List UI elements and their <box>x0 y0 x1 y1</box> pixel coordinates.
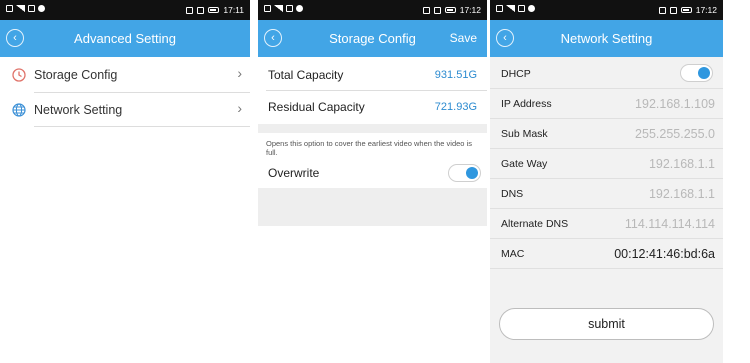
signal-icon <box>506 5 515 12</box>
mac-row: MAC 00:12:41:46:bd:6a <box>490 239 723 268</box>
sub-mask-row[interactable]: Sub Mask 255.255.255.0 <box>490 119 723 148</box>
row-label: IP Address <box>501 97 552 110</box>
row-value: 931.51G <box>434 69 477 81</box>
network-setting-screen: 17:12 ‹ Network Setting DHCP IP Address … <box>490 0 723 363</box>
bluetooth-icon <box>433 6 441 14</box>
row-label: Overwrite <box>268 166 320 180</box>
sim-icon <box>264 5 271 12</box>
signal-icon <box>274 5 283 12</box>
status-time: 17:12 <box>459 5 481 15</box>
chevron-left-icon: ‹ <box>13 31 17 44</box>
gate-way-value[interactable]: 192.168.1.1 <box>649 157 715 171</box>
advanced-setting-screen: 17:11 ‹ Advanced Setting Storage Config … <box>0 0 250 363</box>
ip-address-value[interactable]: 192.168.1.109 <box>635 97 715 111</box>
nav-bar: ‹ Advanced Setting <box>0 20 250 57</box>
divider <box>34 126 250 127</box>
row-label: Total Capacity <box>268 68 344 82</box>
page-title: Network Setting <box>560 31 653 46</box>
nfc-icon <box>422 6 430 14</box>
bluetooth-icon <box>669 6 677 14</box>
back-button[interactable]: ‹ <box>264 29 282 47</box>
ip-address-row[interactable]: IP Address 192.168.1.109 <box>490 89 723 118</box>
page-title: Advanced Setting <box>74 31 176 46</box>
back-button[interactable]: ‹ <box>6 29 24 47</box>
chevron-left-icon: ‹ <box>271 31 275 44</box>
row-label: Gate Way <box>501 157 548 170</box>
notification-icon <box>28 5 35 12</box>
menu-item-label: Network Setting <box>34 103 123 117</box>
app-notification-icon <box>38 5 45 12</box>
battery-icon <box>680 7 692 13</box>
nfc-icon <box>186 6 194 14</box>
save-button[interactable]: Save <box>450 31 477 45</box>
toggle-knob <box>466 167 478 179</box>
row-value: 721.93G <box>434 101 477 113</box>
row-label: Residual Capacity <box>268 100 365 114</box>
row-label: Sub Mask <box>501 127 548 140</box>
sim-icon <box>6 5 13 12</box>
notification-icon <box>286 5 293 12</box>
battery-icon <box>208 7 220 13</box>
status-time: 17:12 <box>695 5 717 15</box>
nfc-icon <box>658 6 666 14</box>
menu-item-label: Storage Config <box>34 68 118 82</box>
status-bar: 17:12 <box>258 0 487 20</box>
menu-item-network-setting[interactable]: Network Setting › <box>0 93 250 127</box>
sub-mask-value[interactable]: 255.255.255.0 <box>635 127 715 141</box>
divider <box>266 90 487 91</box>
globe-icon <box>12 103 26 117</box>
total-capacity-row: Total Capacity 931.51G <box>258 60 487 90</box>
row-label: MAC <box>501 247 525 260</box>
gate-way-row[interactable]: Gate Way 192.168.1.1 <box>490 149 723 178</box>
nav-bar: ‹ Network Setting <box>490 20 723 57</box>
empty-area <box>258 188 487 226</box>
app-notification-icon <box>296 5 303 12</box>
sim-icon <box>496 5 503 12</box>
chevron-right-icon: › <box>237 65 242 81</box>
app-notification-icon <box>528 5 535 12</box>
residual-capacity-row: Residual Capacity 721.93G <box>258 92 487 122</box>
submit-button[interactable]: submit <box>499 308 714 340</box>
row-label: DHCP <box>501 67 531 80</box>
dhcp-toggle[interactable] <box>680 64 713 82</box>
chevron-left-icon: ‹ <box>503 31 507 44</box>
status-bar: 17:11 <box>0 0 250 20</box>
overwrite-note: Opens this option to cover the earliest … <box>266 139 472 157</box>
row-label: Alternate DNS <box>501 217 569 230</box>
alternate-dns-value[interactable]: 114.114.114.114 <box>625 217 715 231</box>
status-bar: 17:12 <box>490 0 723 20</box>
menu-item-storage-config[interactable]: Storage Config › <box>0 58 250 92</box>
dns-row[interactable]: DNS 192.168.1.1 <box>490 179 723 208</box>
divider <box>490 268 723 269</box>
signal-icon <box>16 5 25 12</box>
back-button[interactable]: ‹ <box>496 29 514 47</box>
bluetooth-icon <box>197 6 205 14</box>
page-title: Storage Config <box>329 31 416 46</box>
toggle-knob <box>698 67 710 79</box>
storage-config-screen: 17:12 ‹ Storage Config Save Total Capaci… <box>258 0 487 226</box>
dns-value[interactable]: 192.168.1.1 <box>649 187 715 201</box>
nav-bar: ‹ Storage Config Save <box>258 20 487 57</box>
section-separator <box>258 124 487 133</box>
row-label: DNS <box>501 187 524 200</box>
notification-icon <box>518 5 525 12</box>
chevron-right-icon: › <box>237 100 242 116</box>
status-time: 17:11 <box>223 5 244 15</box>
battery-icon <box>444 7 456 13</box>
overwrite-toggle[interactable] <box>448 164 481 182</box>
mac-value: 00:12:41:46:bd:6a <box>614 246 715 261</box>
alternate-dns-row[interactable]: Alternate DNS 114.114.114.114 <box>490 209 723 238</box>
clock-icon <box>12 68 26 82</box>
